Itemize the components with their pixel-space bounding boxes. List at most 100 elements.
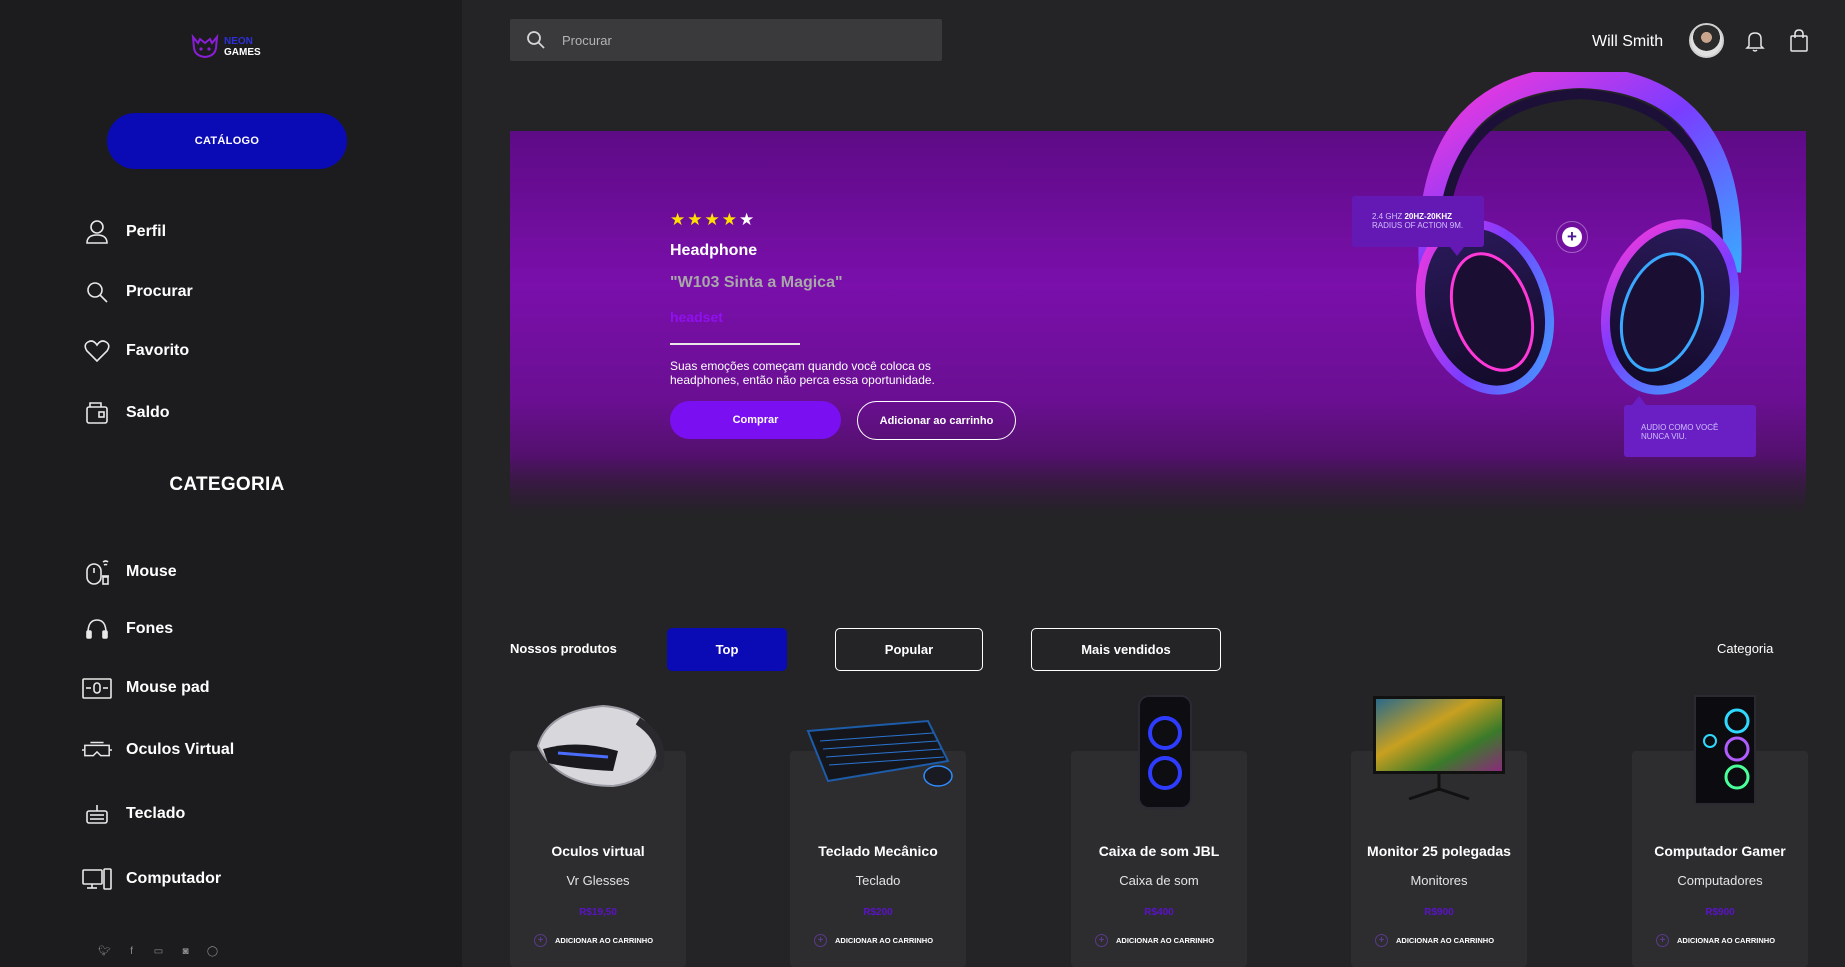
sidebar-item-saldo[interactable]: Saldo bbox=[82, 398, 170, 428]
computer-icon bbox=[82, 864, 112, 894]
rating-stars: ★★★★★ bbox=[670, 210, 756, 230]
mousepad-icon bbox=[82, 673, 112, 703]
stars-empty: ★ bbox=[738, 210, 757, 229]
buy-button[interactable]: Comprar bbox=[670, 401, 841, 439]
category-filter-link[interactable]: Categoria bbox=[1717, 641, 1773, 656]
plus-circle-icon: + bbox=[1095, 934, 1108, 947]
gaming-pc-image bbox=[1694, 695, 1756, 805]
add-to-cart-label: ADICIONAR AO CARRINHO bbox=[555, 936, 654, 945]
spec-tooltip: 2.4 GHZ 20HZ-20KHZ RADIUS OF ACTION 9M. bbox=[1352, 196, 1484, 256]
add-to-cart-link[interactable]: + ADICIONAR AO CARRINHO bbox=[1375, 934, 1494, 947]
brand-logo[interactable]: NEON GAMES bbox=[190, 34, 261, 60]
catalog-button[interactable]: CATÁLOGO bbox=[107, 113, 347, 169]
facebook-icon[interactable]: f bbox=[125, 946, 138, 957]
add-to-cart-button[interactable]: Adicionar ao carrinho bbox=[857, 401, 1016, 440]
keyboard-image bbox=[806, 719, 953, 787]
sidebar-item-perfil[interactable]: Perfil bbox=[82, 217, 166, 247]
search-bar[interactable] bbox=[510, 19, 942, 61]
product-category: Computadores bbox=[1677, 873, 1763, 888]
search-icon bbox=[82, 277, 112, 307]
social-links: 🐦︎ f ▭ ◙ ◯ bbox=[98, 946, 219, 957]
add-to-cart-link[interactable]: + ADICIONAR AO CARRINHO bbox=[814, 934, 933, 947]
product-category: Monitores bbox=[1410, 873, 1468, 888]
tab-best-sellers[interactable]: Mais vendidos bbox=[1031, 628, 1221, 671]
youtube-icon[interactable]: ▭ bbox=[152, 946, 165, 957]
vr-icon bbox=[82, 735, 112, 765]
user-icon bbox=[82, 217, 112, 247]
product-price: R$900 bbox=[1705, 907, 1735, 918]
product-card[interactable]: Monitor 25 polegadas Monitores R$900 + AD… bbox=[1351, 696, 1527, 967]
hero-tag: headset bbox=[670, 309, 723, 325]
logo-line2: GAMES bbox=[224, 47, 261, 58]
hero-divider bbox=[670, 343, 800, 345]
product-title: Oculos virtual bbox=[551, 843, 645, 859]
plus-circle-icon: + bbox=[1656, 934, 1669, 947]
plus-icon: + bbox=[1562, 227, 1582, 247]
products-section-label: Nossos produtos bbox=[510, 641, 617, 656]
product-category: Teclado bbox=[855, 873, 901, 888]
category-item-label: Oculos Virtual bbox=[126, 741, 235, 758]
product-title: Teclado Mecânico bbox=[818, 843, 938, 859]
add-to-cart-label: ADICIONAR AO CARRINHO bbox=[1116, 936, 1215, 945]
sidebar-item-label: Saldo bbox=[126, 404, 170, 421]
logo-line1: NEON bbox=[224, 36, 253, 47]
add-to-cart-link[interactable]: + ADICIONAR AO CARRINHO bbox=[1656, 934, 1775, 947]
add-to-cart-label: ADICIONAR AO CARRINHO bbox=[835, 936, 934, 945]
category-item-computador[interactable]: Computador bbox=[82, 864, 221, 894]
category-item-teclado[interactable]: Teclado bbox=[82, 799, 185, 829]
product-category: Vr Glesses bbox=[566, 873, 630, 888]
tab-popular[interactable]: Popular bbox=[835, 628, 983, 671]
category-item-label: Teclado bbox=[126, 805, 186, 822]
product-price: R$200 bbox=[863, 907, 893, 918]
product-category: Caixa de som bbox=[1119, 873, 1199, 888]
stars-filled: ★★★★ bbox=[670, 210, 739, 229]
category-item-label: Fones bbox=[126, 620, 174, 637]
product-card[interactable]: Caixa de som JBL Caixa de som R$400 + ADI… bbox=[1071, 695, 1247, 967]
category-item-fones[interactable]: Fones bbox=[82, 614, 173, 644]
sidebar-item-label: Procurar bbox=[126, 283, 193, 300]
demon-logo-icon bbox=[191, 34, 219, 59]
instagram-icon[interactable]: ◙ bbox=[179, 946, 192, 957]
sidebar-item-procurar[interactable]: Procurar bbox=[82, 277, 193, 307]
category-item-label: Mouse pad bbox=[126, 679, 210, 696]
plus-circle-icon: + bbox=[1375, 934, 1388, 947]
add-to-cart-link[interactable]: + ADICIONAR AO CARRINHO bbox=[1095, 934, 1214, 947]
product-title: Monitor 25 polegadas bbox=[1367, 843, 1511, 859]
add-to-cart-label: ADICIONAR AO CARRINHO bbox=[1677, 936, 1776, 945]
tip1-line2: RADIUS OF ACTION 9M. bbox=[1372, 221, 1464, 230]
tab-top[interactable]: Top bbox=[667, 628, 787, 671]
plus-circle-icon: + bbox=[534, 934, 547, 947]
search-icon bbox=[527, 31, 545, 49]
notification-bell-icon[interactable] bbox=[1745, 30, 1765, 57]
whatsapp-icon[interactable]: ◯ bbox=[206, 946, 219, 957]
search-input[interactable] bbox=[562, 32, 902, 48]
keyboard-icon bbox=[82, 799, 112, 829]
product-price: R$400 bbox=[1144, 907, 1174, 918]
category-item-label: Computador bbox=[126, 870, 222, 887]
shopping-bag-icon[interactable] bbox=[1789, 29, 1809, 58]
heart-icon bbox=[82, 336, 112, 366]
hotspot-plus-button[interactable]: + bbox=[1556, 221, 1588, 253]
sidebar: NEON GAMES CATÁLOGO Perfil Procurar Favo… bbox=[0, 0, 462, 967]
product-title: Computador Gamer bbox=[1654, 843, 1786, 859]
tip1-bold: 20HZ-20KHZ bbox=[1404, 212, 1453, 221]
vr-headset-image bbox=[536, 704, 665, 788]
add-to-cart-link[interactable]: + ADICIONAR AO CARRINHO bbox=[534, 934, 653, 947]
mouse-icon bbox=[82, 557, 112, 587]
product-price: R$900 bbox=[1424, 907, 1454, 918]
sidebar-item-label: Favorito bbox=[126, 342, 190, 359]
user-name[interactable]: Will Smith bbox=[1592, 33, 1663, 51]
category-item-label: Mouse bbox=[126, 563, 177, 580]
product-card[interactable]: Oculos virtual Vr Glesses R$19,50 + ADICI… bbox=[510, 704, 686, 967]
product-card[interactable]: Teclado Mecânico Teclado R$200 + ADICIONA… bbox=[790, 719, 966, 967]
avatar[interactable] bbox=[1689, 23, 1724, 58]
plus-circle-icon: + bbox=[814, 934, 827, 947]
headphones-icon bbox=[82, 614, 112, 644]
twitter-icon[interactable]: 🐦︎ bbox=[98, 946, 111, 957]
sidebar-item-favorito[interactable]: Favorito bbox=[82, 336, 189, 366]
product-card[interactable]: Computador Gamer Computadores R$900 + ADI… bbox=[1632, 695, 1808, 967]
category-item-mouse[interactable]: Mouse bbox=[82, 557, 177, 587]
sidebar-item-label: Perfil bbox=[126, 223, 167, 240]
category-item-vr[interactable]: Oculos Virtual bbox=[82, 735, 234, 765]
category-item-mousepad[interactable]: Mouse pad bbox=[82, 673, 210, 703]
